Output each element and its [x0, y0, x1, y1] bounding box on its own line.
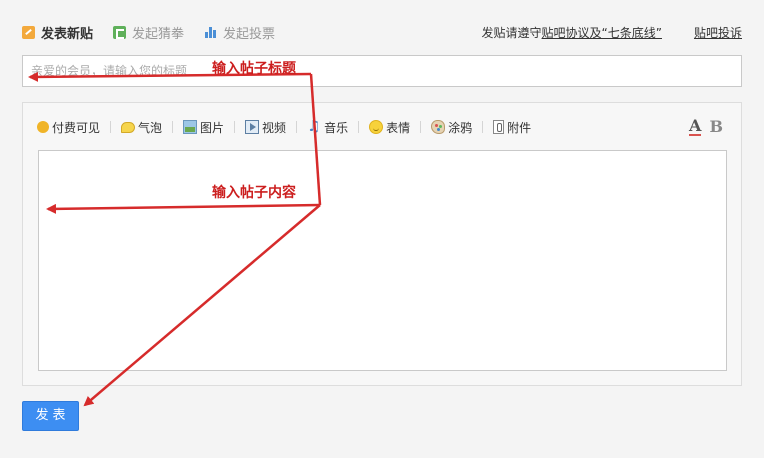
tab-label: 发表新贴 [41, 26, 94, 42]
toolbar-attachment[interactable]: 附件 [493, 119, 531, 136]
tab-new-post[interactable]: 发表新贴 [22, 23, 93, 42]
post-editor-page: 发表新贴 发起猜拳 发起投票 发贴请遵守 贴吧协议及“七条底线” 贴吧投诉 付费… [0, 0, 764, 458]
toolbar-music[interactable]: 音乐 [307, 117, 349, 136]
video-icon [245, 120, 260, 134]
annotation-content-hint: 输入帖子内容 [212, 185, 296, 201]
toolbar-divider [234, 121, 236, 133]
guess-icon [113, 25, 127, 39]
post-type-tabs: 发表新贴 发起猜拳 发起投票 [22, 22, 295, 42]
posting-notice: 发贴请遵守 贴吧协议及“七条底线” 贴吧投诉 [482, 24, 742, 41]
toolbar-label: 图片 [200, 120, 225, 135]
toolbar-label: 附件 [507, 120, 532, 135]
music-icon [307, 117, 321, 135]
font-buttons: A B [681, 117, 723, 136]
toolbar-divider [172, 121, 174, 133]
tab-label: 发起猜拳 [132, 26, 185, 42]
toolbar-divider [482, 121, 484, 133]
toolbar-bubble[interactable]: 气泡 [121, 119, 162, 136]
toolbar-label: 表情 [386, 120, 411, 135]
toolbar-paid-visible[interactable]: 付费可见 [37, 119, 100, 136]
toolbar-image[interactable]: 图片 [183, 119, 224, 136]
attachment-icon [493, 120, 505, 134]
toolbar-divider [420, 121, 422, 133]
palette-icon [431, 120, 446, 134]
notice-prefix: 发贴请遵守 [481, 26, 542, 40]
tab-vote[interactable]: 发起投票 [204, 23, 275, 42]
toolbar-label: 涂鸦 [448, 120, 473, 135]
post-icon [22, 25, 35, 39]
vote-icon [204, 26, 217, 39]
toolbar-label: 付费可见 [52, 120, 101, 135]
toolbar-emoji[interactable]: 表情 [369, 119, 410, 136]
tab-label: 发起投票 [223, 26, 276, 42]
editor-toolbar: 付费可见 气泡 图片 视频 音乐 [37, 117, 531, 137]
content-editor[interactable] [38, 150, 727, 371]
toolbar-divider [110, 121, 112, 133]
annotation-title-hint: 输入帖子标题 [212, 61, 296, 77]
font-color-button[interactable]: A [689, 117, 702, 136]
bubble-icon [121, 121, 136, 133]
toolbar-label: 气泡 [138, 120, 163, 135]
toolbar-label: 音乐 [324, 120, 349, 135]
toolbar-divider [358, 121, 360, 133]
editor-panel: 付费可见 气泡 图片 视频 音乐 [22, 102, 742, 386]
rules-link[interactable]: 贴吧协议及“七条底线” [542, 24, 662, 41]
emoji-icon [369, 120, 384, 134]
tab-guess[interactable]: 发起猜拳 [113, 23, 184, 42]
title-input[interactable] [22, 55, 742, 87]
toolbar-video[interactable]: 视频 [245, 119, 286, 136]
coin-icon [37, 121, 49, 133]
report-link[interactable]: 贴吧投诉 [694, 24, 742, 41]
submit-button[interactable]: 发表 [22, 401, 79, 431]
image-icon [183, 120, 198, 134]
toolbar-doodle[interactable]: 涂鸦 [431, 119, 472, 136]
bold-button[interactable]: B [709, 117, 723, 136]
toolbar-label: 视频 [262, 120, 287, 135]
toolbar-divider [296, 121, 298, 133]
